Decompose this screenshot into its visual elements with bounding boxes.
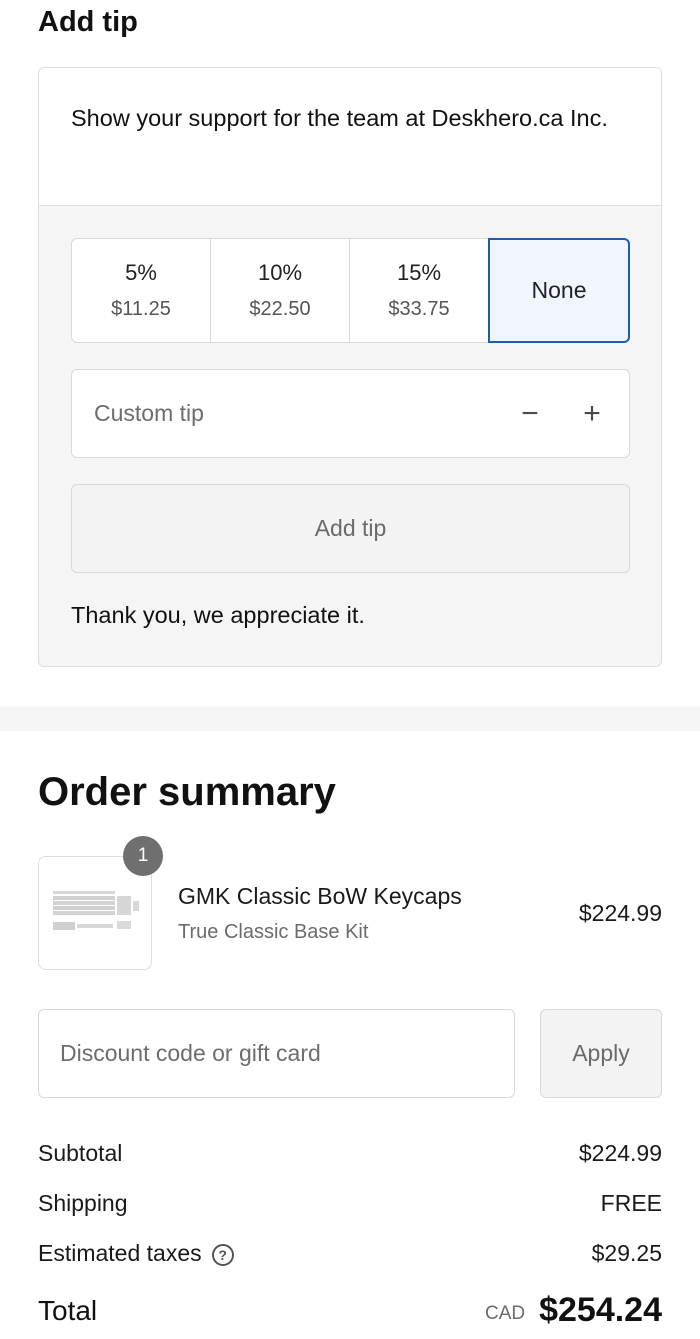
tip-option-none-label: None (531, 277, 587, 303)
subtotal-row: Subtotal $224.99 (38, 1140, 662, 1167)
order-summary-title: Order summary (38, 770, 336, 814)
section-divider (0, 706, 700, 731)
taxes-label: Estimated taxes (38, 1240, 202, 1266)
currency-code: CAD (484, 1302, 526, 1324)
shipping-value: FREE (600, 1190, 662, 1216)
tip-option-amount: $33.75 (388, 298, 450, 320)
tip-support-text: Show your support for the team at Deskhe… (39, 68, 661, 206)
total-row: Total CAD $254.24 (38, 1291, 662, 1330)
tip-option-percent: 5% (125, 260, 157, 285)
tip-option-5[interactable]: 5% $11.25 (71, 238, 210, 343)
total-amount: $254.24 (539, 1291, 662, 1329)
total-label: Total (38, 1294, 98, 1326)
tip-percentage-options: 5% $11.25 10% $22.50 15% $33.75 None (71, 238, 630, 343)
tip-card: Show your support for the team at Deskhe… (38, 67, 662, 667)
shipping-row: Shipping FREE (38, 1190, 662, 1217)
taxes-label-group: Estimated taxes? (38, 1240, 234, 1267)
quantity-badge: 1 (123, 836, 163, 876)
tip-option-percent: 15% (396, 260, 442, 285)
product-name: GMK Classic BoW Keycaps (178, 883, 462, 909)
product-price: $224.99 (578, 900, 662, 926)
shipping-label: Shipping (38, 1190, 128, 1216)
custom-tip-placeholder: Custom tip (94, 400, 204, 426)
taxes-row: Estimated taxes? $29.25 (38, 1240, 662, 1267)
tip-option-percent: 10% (257, 260, 303, 285)
tip-option-15[interactable]: 15% $33.75 (349, 238, 488, 343)
subtotal-value: $224.99 (578, 1140, 662, 1166)
help-icon[interactable]: ? (211, 1243, 234, 1266)
tip-option-10[interactable]: 10% $22.50 (210, 238, 349, 343)
product-variant: True Classic Base Kit (178, 921, 369, 943)
taxes-value: $29.25 (591, 1240, 662, 1266)
keycaps-image-icon (53, 891, 139, 930)
add-tip-heading: Add tip (38, 6, 138, 38)
tip-thanks-text: Thank you, we appreciate it. (71, 602, 365, 628)
subtotal-label: Subtotal (38, 1140, 123, 1166)
custom-tip-field[interactable]: Custom tip − + (71, 369, 630, 458)
add-tip-button[interactable]: Add tip (71, 484, 630, 573)
total-amount-group: CAD $254.24 (485, 1291, 662, 1330)
tip-option-amount: $11.25 (111, 298, 171, 320)
discount-code-input[interactable]: Discount code or gift card (38, 1009, 515, 1098)
discount-placeholder: Discount code or gift card (60, 1040, 321, 1066)
apply-button[interactable]: Apply (540, 1009, 662, 1098)
plus-icon[interactable]: + (577, 397, 607, 431)
tip-option-none[interactable]: None (488, 238, 630, 343)
tip-option-amount: $22.50 (249, 298, 311, 320)
minus-icon[interactable]: − (515, 397, 545, 431)
